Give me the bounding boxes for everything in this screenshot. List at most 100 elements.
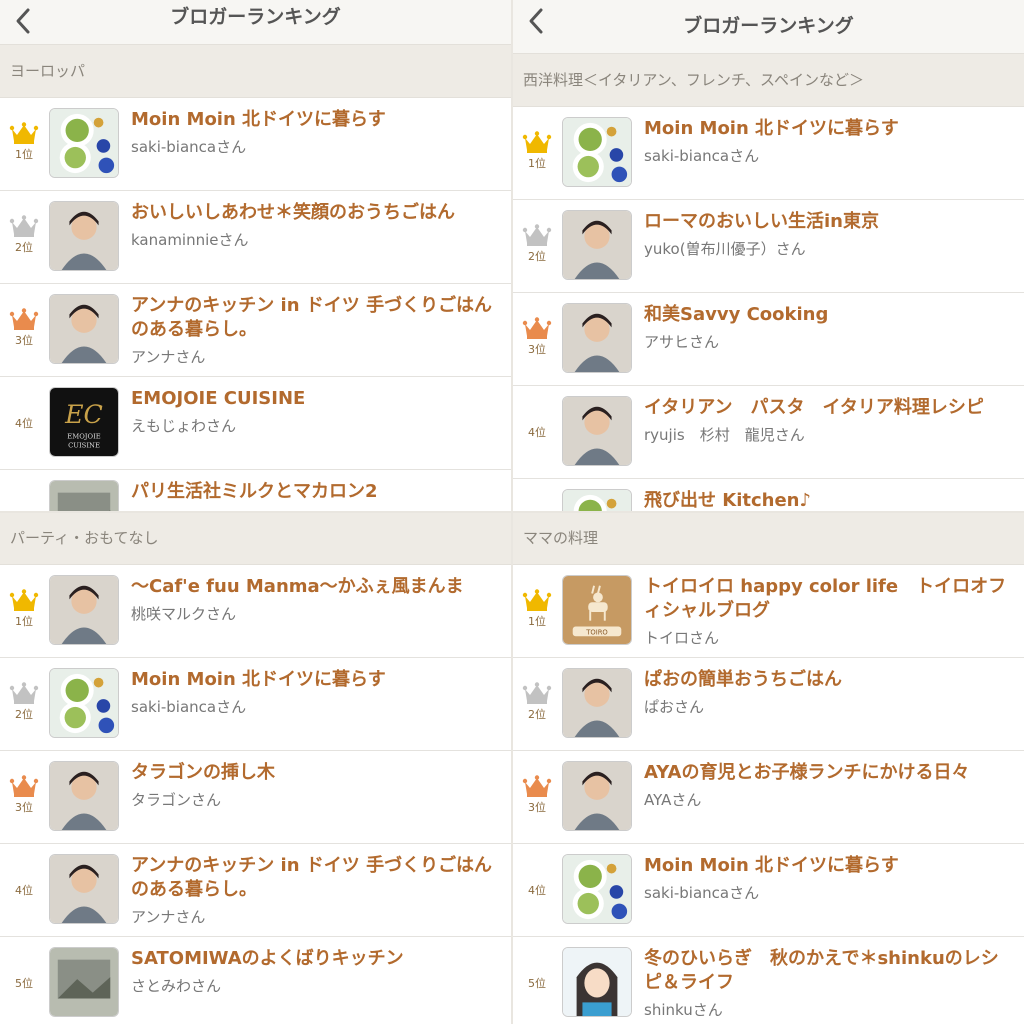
ranking-panel: ブロガーランキング 西洋料理＜イタリアン、フレンチ、スペインなど＞ 1位 Moin M…	[513, 0, 1024, 511]
blog-thumbnail-food-icon	[562, 489, 632, 511]
ranking-row[interactable]: 3位 AYAの育児とお子様ランチにかける日々 AYAさん	[513, 751, 1024, 844]
rank-label: 3位	[15, 801, 33, 814]
ranking-row[interactable]: 1位 〜Caf'e fuu Manma〜かふぇ風まんま 桃咲マルクさん	[0, 565, 511, 658]
blog-title[interactable]: SATOMIWAのよくばりキッチン	[131, 947, 501, 971]
ranking-row[interactable]: パリ生活社ミルクとマカロン2	[0, 470, 511, 511]
blog-title[interactable]: EMOJOIE CUISINE	[131, 387, 501, 411]
silver-crown-icon	[6, 215, 42, 237]
blog-author: アサヒさん	[644, 333, 720, 351]
blog-thumbnail-person-icon	[49, 575, 119, 645]
blog-thumbnail-person-icon	[49, 294, 119, 364]
blog-author: トイロさん	[644, 629, 720, 647]
blog-title[interactable]: 〜Caf'e fuu Manma〜かふぇ風まんま	[131, 575, 501, 599]
svg-text:CUISINE: CUISINE	[68, 441, 100, 449]
rank-badge: 2位	[519, 224, 555, 264]
blog-author: ryujis 杉村 龍児さん	[644, 426, 805, 444]
ranking-row[interactable]: 4位 イタリアン パスタ イタリア料理レシピ ryujis 杉村 龍児さん	[513, 386, 1024, 479]
blog-thumbnail-person-icon	[562, 303, 632, 373]
blog-author: shinkuさん	[644, 1001, 723, 1019]
blog-title[interactable]: Moin Moin 北ドイツに暮らす	[644, 117, 1014, 141]
blog-title[interactable]: イタリアン パスタ イタリア料理レシピ	[644, 396, 1014, 420]
ranking-row[interactable]: 4位 EC EMOJOIE CUISINE EMOJOIE CUISINE えもじょわさん	[0, 377, 511, 470]
blog-thumbnail-logo-icon: EC EMOJOIE CUISINE	[49, 387, 119, 457]
rank-badge: 5位	[519, 973, 555, 991]
ranking-row[interactable]: 2位 ローマのおいしい生活in東京 yuko(曽布川優子）さん	[513, 200, 1024, 293]
rank-badge: 2位	[6, 682, 42, 722]
blog-thumbnail-person-icon	[49, 854, 119, 924]
rank-badge: 4位	[519, 422, 555, 440]
blog-title[interactable]: パリ生活社ミルクとマカロン2	[131, 480, 501, 504]
ranking-row[interactable]: 2位 ぱおの簡単おうちごはん ぱおさん	[513, 658, 1024, 751]
rank-label: 2位	[15, 708, 33, 721]
blog-title[interactable]: 冬のひいらぎ 秋のかえで＊shinkuのレシピ＆ライフ	[644, 947, 1014, 995]
rank-label: 4位	[528, 884, 546, 897]
ranking-row[interactable]: 1位 Moin Moin 北ドイツに暮らす saki-biancaさん	[513, 107, 1024, 200]
blog-thumbnail-person-icon	[562, 761, 632, 831]
ranking-row[interactable]: 5位 SATOMIWAのよくばりキッチン さとみわさん	[0, 937, 511, 1024]
blog-title[interactable]: ぱおの簡単おうちごはん	[644, 668, 1014, 692]
ranking-row[interactable]: 4位 Moin Moin 北ドイツに暮らす saki-biancaさん	[513, 844, 1024, 937]
category-section-header: 西洋料理＜イタリアン、フレンチ、スペインなど＞	[513, 54, 1024, 107]
rank-label: 2位	[528, 250, 546, 263]
blog-thumbnail-photo-icon	[49, 480, 119, 511]
blog-author: saki-biancaさん	[131, 698, 247, 716]
rank-badge: 2位	[6, 215, 42, 255]
ranking-row[interactable]: 3位 タラゴンの挿し木タラゴンさん	[0, 751, 511, 844]
rank-badge: 1位	[6, 122, 42, 162]
ranking-row[interactable]: 1位 Moin Moin 北ドイツに暮らす saki-biancaさん	[0, 98, 511, 191]
blog-thumbnail-photo-icon	[49, 947, 119, 1017]
ranking-panel: パーティ・おもてなし 1位 〜Caf'e fuu Manma〜かふぇ風まんま 桃咲マル…	[0, 513, 511, 1024]
svg-text:TOIRO: TOIRO	[585, 628, 608, 636]
blog-title[interactable]: タラゴンの挿し木	[131, 761, 501, 785]
ranking-row[interactable]: 3位 アンナのキッチン in ドイツ 手づくりごはんのある暮らし。 アンナさん	[0, 284, 511, 377]
blog-author: saki-biancaさん	[131, 138, 247, 156]
rank-label: 5位	[528, 977, 546, 990]
rank-badge: 3位	[519, 775, 555, 815]
blog-thumbnail-person-icon	[562, 396, 632, 466]
svg-text:EMOJOIE: EMOJOIE	[67, 433, 100, 441]
blog-title[interactable]: Moin Moin 北ドイツに暮らす	[131, 668, 501, 692]
blog-title[interactable]: 飛び出せ Kitchen♪	[644, 489, 1014, 511]
rank-badge: 4位	[6, 413, 42, 431]
rank-label: 1位	[15, 615, 33, 628]
blog-title[interactable]: AYAの育児とお子様ランチにかける日々	[644, 761, 1014, 785]
blog-author: saki-biancaさん	[644, 884, 760, 902]
blog-title[interactable]: おいしいしあわせ＊笑顔のおうちごはん	[131, 201, 501, 225]
ranking-row[interactable]: 1位 TOIRO トイロイロ happy color life トイロオフィシャルブ…	[513, 565, 1024, 658]
blog-thumbnail-person-icon	[49, 201, 119, 271]
rank-badge: 3位	[6, 308, 42, 348]
blog-title[interactable]: トイロイロ happy color life トイロオフィシャルブログ	[644, 575, 1014, 623]
ranking-row[interactable]: 2位 Moin Moin 北ドイツに暮らす saki-biancaさん	[0, 658, 511, 751]
rank-label: 2位	[15, 241, 33, 254]
blog-author: saki-biancaさん	[644, 147, 760, 165]
blog-author: えもじょわさん	[131, 417, 237, 435]
blog-title[interactable]: アンナのキッチン in ドイツ 手づくりごはんのある暮らし。	[131, 854, 501, 902]
blog-author: タラゴンさん	[131, 791, 222, 809]
blog-author: kanaminnieさん	[131, 231, 249, 249]
blog-title[interactable]: 和美Savvy Cooking	[644, 303, 1014, 327]
blog-title[interactable]: Moin Moin 北ドイツに暮らす	[644, 854, 1014, 878]
nav-header: ブロガーランキング	[0, 0, 511, 45]
ranking-row[interactable]: 5位 冬のひいらぎ 秋のかえで＊shinkuのレシピ＆ライフ shinkuさん	[513, 937, 1024, 1024]
page-title: ブロガーランキング	[683, 15, 854, 37]
blog-thumbnail-person-icon	[49, 761, 119, 831]
blog-thumbnail-food-icon	[562, 854, 632, 924]
ranking-row[interactable]: 4位 アンナのキッチン in ドイツ 手づくりごはんのある暮らし。 アンナさん	[0, 844, 511, 937]
blog-title[interactable]: アンナのキッチン in ドイツ 手づくりごはんのある暮らし。	[131, 294, 501, 342]
rank-label: 4位	[15, 417, 33, 430]
bronze-crown-icon	[6, 775, 42, 797]
silver-crown-icon	[519, 224, 555, 246]
rank-badge: 2位	[519, 682, 555, 722]
bronze-crown-icon	[519, 775, 555, 797]
ranking-panel: ブロガーランキング ヨーロッパ 1位 Moin Moin 北ドイツに暮らす saki-b…	[0, 0, 511, 511]
blog-title[interactable]: ローマのおいしい生活in東京	[644, 210, 1014, 234]
ranking-row[interactable]: 飛び出せ Kitchen♪	[513, 479, 1024, 511]
blog-title[interactable]: Moin Moin 北ドイツに暮らす	[131, 108, 501, 132]
rank-badge: 4位	[519, 880, 555, 898]
bronze-crown-icon	[519, 317, 555, 339]
rank-badge: 3位	[519, 317, 555, 357]
ranking-row[interactable]: 2位 おいしいしあわせ＊笑顔のおうちごはん kanaminnieさん	[0, 191, 511, 284]
nav-header: ブロガーランキング	[513, 0, 1024, 54]
ranking-panel: ママの料理 1位 TOIRO トイロイロ happy color life トイロオフ…	[513, 513, 1024, 1024]
ranking-row[interactable]: 3位 和美Savvy Cooking アサヒさん	[513, 293, 1024, 386]
